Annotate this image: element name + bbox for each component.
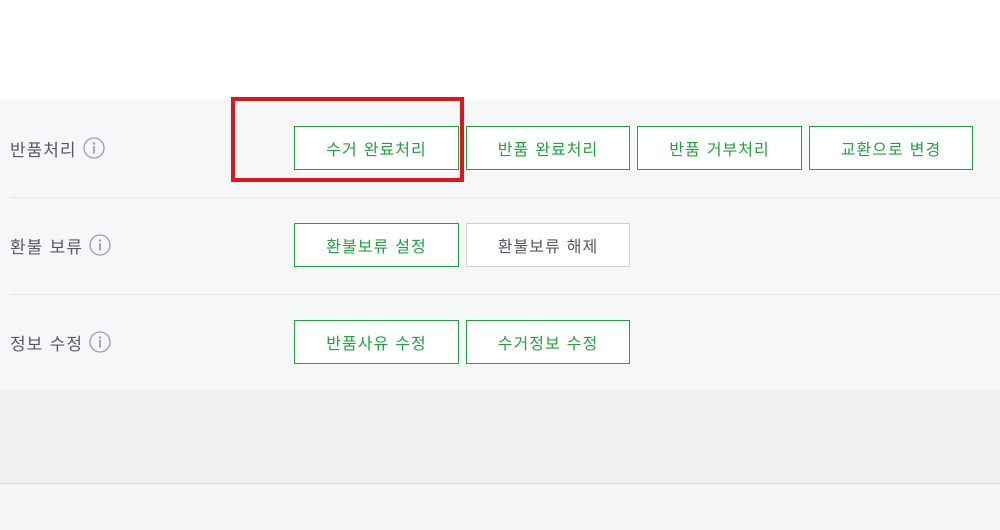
row-label-wrap: 반품처리 xyxy=(10,100,105,196)
refund-hold-release-button[interactable]: 환불보류 해제 xyxy=(466,223,630,267)
row-label-wrap: 정보 수정 xyxy=(10,294,111,390)
row-label: 환불 보류 xyxy=(10,237,83,258)
info-circle-icon[interactable] xyxy=(89,234,111,256)
pickup-complete-button[interactable]: 수거 완료처리 xyxy=(294,126,459,170)
edit-return-reason-button[interactable]: 반품사유 수정 xyxy=(294,320,459,364)
row-return-process: 반품처리 수거 완료처리 반품 완료처리 반품 거부처리 교환으로 변경 xyxy=(0,100,1000,196)
row-label-wrap: 환불 보류 xyxy=(10,197,111,293)
refund-hold-set-button[interactable]: 환불보류 설정 xyxy=(294,223,459,267)
row-label: 반품처리 xyxy=(10,140,77,161)
info-circle-icon[interactable] xyxy=(82,137,105,159)
button-group: 반품사유 수정 수거정보 수정 xyxy=(294,320,637,364)
row-info-edit: 정보 수정 반품사유 수정 수거정보 수정 xyxy=(0,294,1000,390)
row-label: 정보 수정 xyxy=(10,334,83,355)
edit-pickup-info-button[interactable]: 수거정보 수정 xyxy=(466,320,630,364)
button-group: 환불보류 설정 환불보류 해제 xyxy=(294,223,637,267)
top-blank-area xyxy=(0,0,1000,100)
change-to-exchange-button[interactable]: 교환으로 변경 xyxy=(809,126,973,170)
row-refund-hold: 환불 보류 환불보류 설정 환불보류 해제 xyxy=(0,197,1000,293)
return-reject-button[interactable]: 반품 거부처리 xyxy=(637,126,802,170)
return-complete-button[interactable]: 반품 완료처리 xyxy=(466,126,630,170)
info-circle-icon[interactable] xyxy=(89,331,111,353)
button-group: 수거 완료처리 반품 완료처리 반품 거부처리 교환으로 변경 xyxy=(294,126,980,170)
bottom-strip xyxy=(0,484,1000,530)
